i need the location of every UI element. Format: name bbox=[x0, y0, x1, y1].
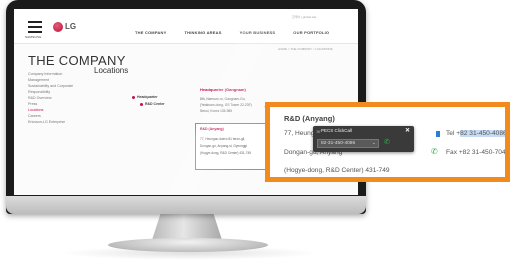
pin-dot-icon bbox=[132, 95, 135, 99]
rd-address-box: R&D (Anyang) 77, Heungan-daero 81 beon-g… bbox=[195, 123, 270, 170]
site-header: SAMSUNG LG 한국어 | global site THE COMPANY… bbox=[14, 9, 358, 44]
utility-links[interactable]: 한국어 | global site bbox=[292, 15, 316, 19]
click-call-popup: ☏ PECS ClickCall ✕ 82-31-450-4086 ⌄ ✆ bbox=[313, 126, 414, 152]
nav-item-thinking-areas[interactable]: THINKING AREAS bbox=[184, 30, 221, 35]
nav-item-the-company[interactable]: THE COMPANY bbox=[135, 30, 166, 35]
tel-prefix: Tel + bbox=[446, 130, 461, 137]
lg-logo-text[interactable]: LG bbox=[65, 22, 76, 31]
tel-number-selected[interactable]: 82 31-450-4086 bbox=[460, 130, 505, 137]
rd-address-line: 77, Heungan-daero 81 beon-gil, bbox=[200, 137, 246, 141]
monitor-stand-base bbox=[108, 238, 268, 252]
close-icon[interactable]: ✕ bbox=[405, 127, 410, 134]
monitor-chin bbox=[6, 196, 366, 214]
chevron-down-icon: ⌄ bbox=[371, 140, 376, 146]
map-pin-headquarter[interactable]: Headquarter bbox=[132, 95, 158, 99]
call-phone-icon[interactable]: ✆ bbox=[431, 147, 438, 156]
sidebar-menu: Company Information Management Sustainab… bbox=[28, 71, 92, 125]
zoom-callout: R&D (Anyang) 77, Heungan-daero Dongan-gu… bbox=[265, 102, 510, 182]
main-nav: THE COMPANY THINKING AREAS YOUR BUSINESS… bbox=[135, 30, 329, 35]
nav-item-your-business[interactable]: YOUR BUSINESS bbox=[240, 30, 276, 35]
call-button-icon[interactable]: ✆ bbox=[384, 138, 390, 146]
zoom-rd-title: R&D (Anyang) bbox=[284, 114, 335, 123]
rd-title: R&D (Anyang) bbox=[200, 127, 224, 131]
rd-address-line: Dongan-gu, Anyang-si, Gyeonggi bbox=[200, 144, 247, 148]
hq-address-line: Seoul, Korea 135-985 bbox=[200, 109, 233, 113]
sidebar-item[interactable]: Ericsson-LG Enterprise bbox=[28, 119, 92, 125]
monitor-stand-neck bbox=[152, 214, 222, 240]
lg-logo-icon[interactable] bbox=[53, 22, 63, 32]
brand-sub-label: SAMSUNG bbox=[25, 35, 42, 39]
section-title: Locations bbox=[94, 66, 129, 75]
rd-address-line: (Hogye-dong, R&D Center) 431-749 bbox=[200, 151, 252, 155]
zoom-fax: Fax +82 31-450-7047 bbox=[446, 149, 510, 156]
phone-link-marker-icon bbox=[436, 131, 440, 137]
pin-dot-icon bbox=[140, 102, 143, 106]
nav-item-our-portfolio[interactable]: OUR PORTFOLIO bbox=[293, 30, 329, 35]
number-select[interactable]: 82-31-450-4086 ⌄ bbox=[317, 139, 379, 148]
ericsson-logo-icon[interactable] bbox=[28, 21, 42, 33]
number-select-value: 82-31-450-4086 bbox=[321, 141, 356, 146]
hq-address-line: 8th, Namsan-ro, Gangnam-Gu, bbox=[200, 97, 246, 101]
zoom-address-line: (Hogye-dong, R&D Center) 431-749 bbox=[284, 167, 390, 174]
map-pin-rd-center[interactable]: R&D Center bbox=[140, 102, 165, 106]
pin-label: Headquarter bbox=[137, 95, 158, 99]
breadcrumb: HOME > THE COMPANY > LOCATIONS bbox=[278, 47, 333, 51]
pin-label: R&D Center bbox=[145, 102, 165, 106]
popup-title: PECS ClickCall bbox=[321, 128, 353, 133]
hq-title: Headquarter (Gangnam) bbox=[200, 87, 246, 92]
hq-address-line: (Yeoksam-dong, GS Tower 22-23F) bbox=[200, 103, 252, 107]
zoom-tel[interactable]: Tel +82 31-450-4086 bbox=[446, 130, 505, 137]
